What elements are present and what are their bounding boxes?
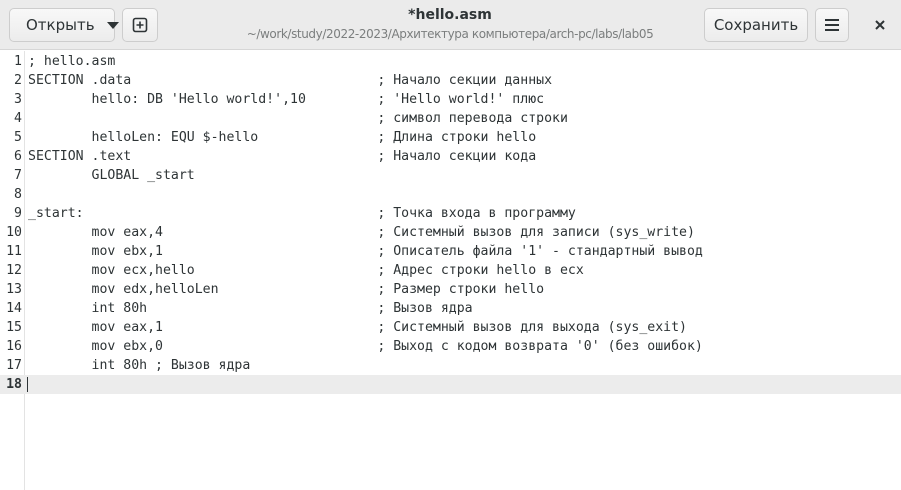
code-line[interactable]: 6 SECTION .text ; Начало секции кода <box>0 147 901 166</box>
line-number: 12 <box>6 263 22 278</box>
save-button[interactable]: Сохранить <box>704 8 808 42</box>
code-text: ; hello.asm <box>28 54 116 69</box>
code-line[interactable]: 16 mov ebx,0 ; Выход с кодом возврата '0… <box>0 337 901 356</box>
line-number: 8 <box>14 187 22 202</box>
text-cursor <box>27 377 28 392</box>
line-number: 17 <box>6 358 22 373</box>
line-number: 15 <box>6 320 22 335</box>
line-number: 7 <box>14 168 22 183</box>
line-number: 4 <box>14 111 22 126</box>
new-document-button[interactable] <box>122 8 158 42</box>
line-number: 1 <box>14 54 22 69</box>
line-number: 13 <box>6 282 22 297</box>
file-path-subtitle: ~/work/study/2022-2023/Архитектура компь… <box>246 27 654 41</box>
hamburger-menu-icon <box>825 19 839 31</box>
code-text: mov ebx,1 ; Описатель файла '1' - станда… <box>28 244 703 259</box>
code-line[interactable]: 13 mov edx,helloLen ; Размер строки hell… <box>0 280 901 299</box>
code-text: SECTION .data ; Начало секции данных <box>28 73 553 88</box>
line-number: 16 <box>6 339 22 354</box>
text-editor-window: Открыть *hello.asm ~/work/study/2022-202… <box>0 0 901 490</box>
new-tab-plus-icon <box>132 17 148 33</box>
open-button[interactable]: Открыть <box>9 8 119 42</box>
code-line[interactable]: 5 helloLen: EQU $-hello ; Длина строки h… <box>0 128 901 147</box>
code-text: mov eax,1 ; Системный вызов для выхода (… <box>28 320 687 335</box>
save-button-label: Сохранить <box>713 16 799 34</box>
code-line[interactable]: 1 ; hello.asm <box>0 52 901 71</box>
window-title: *hello.asm <box>408 7 492 23</box>
line-number: 2 <box>14 73 22 88</box>
code-text: int 80h ; Вызов ядра <box>28 301 473 316</box>
code-line[interactable]: 7 GLOBAL _start <box>0 166 901 185</box>
code-line[interactable]: 4 ; символ перевода строки <box>0 109 901 128</box>
code-text: mov edx,helloLen ; Размер строки hello <box>28 282 545 297</box>
code-text: mov eax,4 ; Системный вызов для записи (… <box>28 225 695 240</box>
code-line[interactable]: 9 _start: ; Точка входа в программу <box>0 204 901 223</box>
code-text: int 80h ; Вызов ядра <box>28 358 251 373</box>
close-icon <box>875 20 885 30</box>
code-line[interactable]: 10 mov eax,4 ; Системный вызов для запис… <box>0 223 901 242</box>
line-number: 18 <box>6 377 22 392</box>
code-text: SECTION .text ; Начало секции кода <box>28 149 537 164</box>
code-line[interactable]: 17 int 80h ; Вызов ядра <box>0 356 901 375</box>
line-number: 3 <box>14 92 22 107</box>
code-text: helloLen: EQU $-hello ; Длина строки hel… <box>28 130 537 145</box>
chevron-down-icon <box>106 21 119 29</box>
header-bar: Открыть *hello.asm ~/work/study/2022-202… <box>0 0 901 50</box>
code-text: GLOBAL _start <box>28 168 195 183</box>
code-line[interactable]: 11 mov ebx,1 ; Описатель файла '1' - ста… <box>0 242 901 261</box>
line-number: 9 <box>14 206 22 221</box>
code-text: mov ebx,0 ; Выход с кодом возврата '0' (… <box>28 339 703 354</box>
code-text: _start: ; Точка входа в программу <box>28 206 576 221</box>
code-line[interactable]: 14 int 80h ; Вызов ядра <box>0 299 901 318</box>
line-number: 14 <box>6 301 22 316</box>
code-editor[interactable]: 1 ; hello.asm 2 SECTION .data ; Начало секц… <box>0 51 901 490</box>
code-line[interactable]: 15 mov eax,1 ; Системный вызов для выход… <box>0 318 901 337</box>
code-line[interactable]: 12 mov ecx,hello ; Адрес строки hello в … <box>0 261 901 280</box>
open-button-label: Открыть <box>26 16 95 34</box>
line-number: 10 <box>6 225 22 240</box>
code-line[interactable]: 18 <box>0 375 901 394</box>
code-text: hello: DB 'Hello world!',10 ; 'Hello wor… <box>28 92 545 107</box>
code-text: mov ecx,hello ; Адрес строки hello в ecx <box>28 263 584 278</box>
window-title-area: *hello.asm ~/work/study/2022-2023/Архите… <box>230 6 670 44</box>
line-number: 5 <box>14 130 22 145</box>
code-text: ; символ перевода строки <box>28 111 568 126</box>
main-menu-button[interactable] <box>815 8 849 42</box>
code-line[interactable]: 8 <box>0 185 901 204</box>
code-line[interactable]: 2 SECTION .data ; Начало секции данных <box>0 71 901 90</box>
line-number: 11 <box>6 244 22 259</box>
code-line[interactable]: 3 hello: DB 'Hello world!',10 ; 'Hello w… <box>0 90 901 109</box>
close-window-button[interactable] <box>866 8 894 42</box>
line-number: 6 <box>14 149 22 164</box>
